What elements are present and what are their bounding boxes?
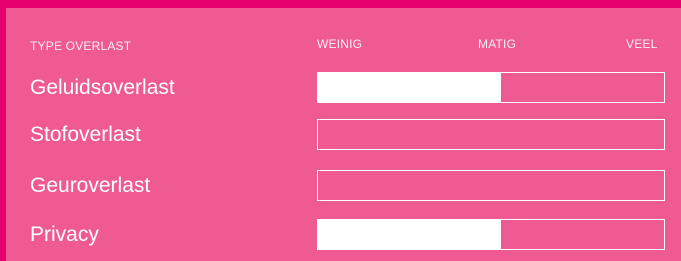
level-bar-fill: [318, 73, 502, 102]
row-label-privacy: Privacy: [30, 223, 99, 246]
row-label-stofoverlast: Stofoverlast: [30, 123, 141, 146]
level-bar-geuroverlast: [317, 170, 665, 201]
scale-label-weinig: WEINIG: [317, 37, 363, 51]
row-label-geuroverlast: Geuroverlast: [30, 174, 151, 197]
overlast-panel: TYPE OVERLAST WEINIG MATIG VEEL Geluidso…: [6, 8, 681, 261]
scale-label-matig: MATIG: [478, 37, 517, 51]
column-header-type: TYPE OVERLAST: [30, 39, 132, 53]
level-bar-geluidsoverlast: [317, 72, 665, 103]
level-bar-stofoverlast: [317, 119, 665, 150]
level-bar-privacy: [317, 219, 665, 250]
level-bar-fill: [318, 220, 502, 249]
scale-label-veel: VEEL: [626, 37, 658, 51]
row-label-geluidsoverlast: Geluidsoverlast: [30, 76, 175, 99]
